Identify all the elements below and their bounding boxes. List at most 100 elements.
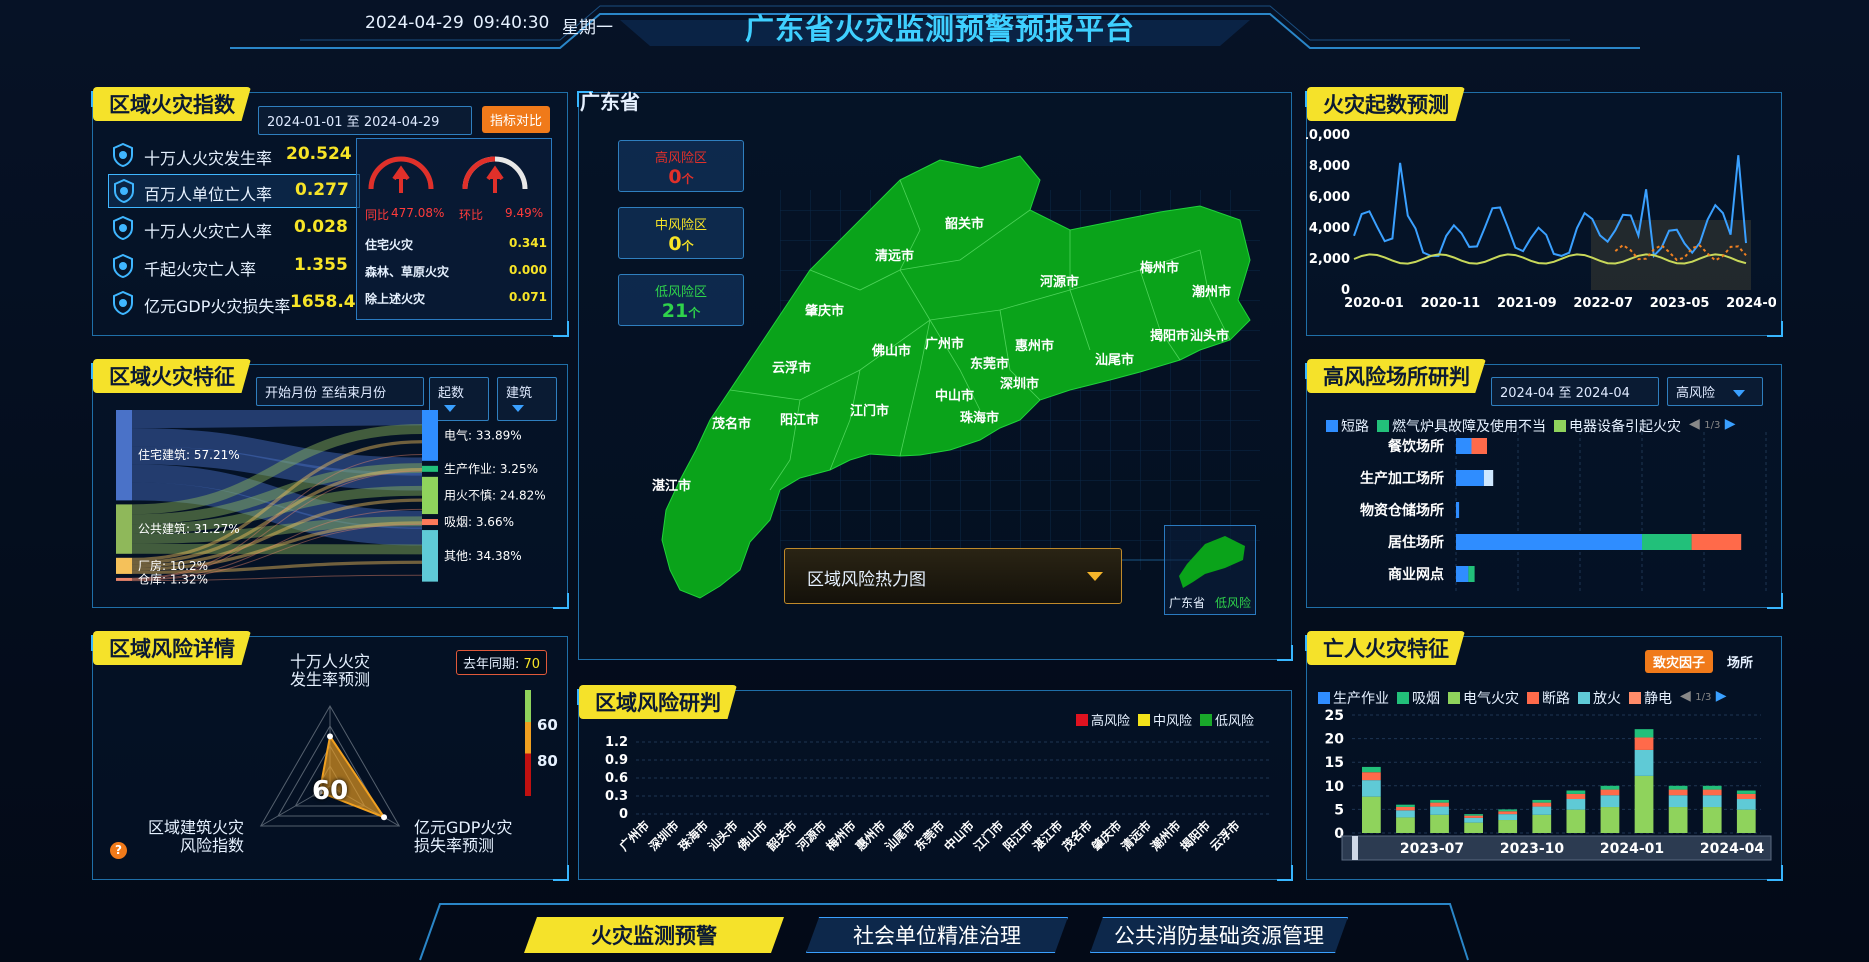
city-label: 广州市 [925, 336, 964, 352]
x-tick-label: 揭阳市 [1177, 818, 1213, 854]
stacked-bar-segment [1430, 802, 1449, 807]
nav-tab-social-units[interactable]: 社会单位精准治理 [806, 917, 1068, 953]
y-tick-label: 10 [1325, 779, 1345, 795]
page-title: 广东省火灾监测预警预报平台 [745, 12, 1136, 46]
metric-label: 千起火灾亡人率 [144, 260, 257, 279]
metric-row[interactable]: 十万人火灾亡人率 0.028 [108, 211, 363, 245]
y-tick-label: 1.2 [605, 735, 628, 750]
map-title: 广东省 [580, 90, 640, 114]
radar-axis-top-line2: 发生率预测 [290, 670, 371, 689]
y-tick-label: 20 [1325, 732, 1345, 748]
legend-mid[interactable]: 中风险 [1138, 710, 1192, 729]
yoy-label: 同比 [365, 208, 390, 222]
sankey-source-label: 住宅建筑: 57.21% [138, 447, 240, 462]
x-tick-label: 2020-11 [1421, 296, 1481, 311]
bar-segment [1456, 566, 1469, 582]
last-year-label: 去年同期: [463, 657, 520, 672]
bar-segment [1456, 470, 1484, 486]
city-label: 河源市 [1040, 274, 1079, 290]
city-label: 佛山市 [871, 343, 911, 359]
metric-label: 亿元GDP火灾损失率 [144, 297, 291, 316]
stacked-bar-segment [1702, 789, 1722, 796]
x-tick-label: 2020-01 [1344, 296, 1404, 311]
stacked-bar-segment [1600, 807, 1620, 833]
city-label: 湛江市 [652, 478, 691, 494]
stacked-bar-segment [1464, 815, 1483, 818]
mini-map-risk: 低风险 [1215, 596, 1252, 610]
city-label: 东莞市 [970, 356, 1009, 372]
x-tick-label: 江门市 [970, 818, 1006, 854]
sankey-source-node [116, 557, 132, 574]
gauge-box: 同比 477.08% 环比 9.49% 住宅火灾 0.341 森林、草原火灾 0… [356, 138, 552, 320]
city-label: 茂名市 [712, 416, 751, 432]
metric-row[interactable]: 千起火灾亡人率 1.355 [108, 249, 363, 283]
legend-high[interactable]: 高风险 [1076, 710, 1130, 729]
x-tick-label: 2024-04 [1700, 841, 1765, 857]
y-tick-label: 0.9 [605, 753, 628, 768]
sankey-link [131, 543, 423, 555]
x-tick-label: 惠州市 [852, 818, 888, 854]
nav-tab-fire-resources[interactable]: 公共消防基础资源管理 [1090, 917, 1348, 953]
risk-study-title: 区域风险研判 [579, 685, 737, 719]
month-range-picker[interactable]: 开始月份 至结束月份 [256, 377, 424, 406]
metric-row[interactable]: 百万人单位亡人率 0.277 [108, 174, 360, 208]
x-tick-label: 汕头市 [705, 818, 741, 854]
up-arrow-icon [392, 165, 410, 193]
sankey-target-node [422, 410, 438, 461]
x-tick-label: 中山市 [941, 818, 977, 854]
x-tick-label: 2021-09 [1497, 296, 1557, 311]
tag-disaster-factor[interactable]: 致灾因子 [1645, 650, 1714, 673]
stacked-bar-segment [1362, 796, 1381, 833]
stacked-bar-segment [1498, 809, 1518, 812]
city-label: 珠海市 [960, 410, 999, 426]
breakdown-value: 0.341 [509, 236, 547, 250]
row-label: 商业网点 [1388, 566, 1444, 583]
x-tick-label: 湛江市 [1029, 818, 1065, 854]
header-date: 2024-04-29 [365, 13, 464, 33]
stacked-bar-segment [1702, 785, 1722, 790]
metric-row[interactable]: 十万人火灾发生率 20.524 [108, 138, 363, 172]
stacked-bar-segment [1736, 790, 1756, 794]
header-time: 09:40:30 [473, 13, 550, 33]
stacked-bar-segment [1566, 793, 1586, 800]
bar-segment [1471, 438, 1487, 454]
risk-score: 60 [312, 776, 349, 806]
stacked-bar-segment [1736, 799, 1756, 810]
stacked-bar-segment [1736, 793, 1756, 800]
risk-level-select[interactable]: 高风险 [1667, 377, 1763, 406]
city-label: 江门市 [850, 403, 889, 419]
x-tick-label: 茂名市 [1059, 818, 1095, 854]
sankey-source-label: 厂房: 10.2% [138, 558, 208, 573]
city-label: 汕尾市 [1095, 352, 1134, 368]
x-tick-label: 东莞市 [911, 818, 947, 854]
index-date-range[interactable]: 2024-01-01 至 2024-04-29 [258, 106, 472, 135]
city-label: 阳江市 [780, 412, 819, 428]
help-icon[interactable]: ? [110, 842, 127, 859]
row-label: 物资仓储场所 [1360, 502, 1444, 519]
stacked-bar-segment [1702, 807, 1722, 833]
stacked-bar-segment [1566, 790, 1586, 794]
stacked-bar-segment [1362, 780, 1381, 797]
city-label: 梅州市 [1140, 260, 1179, 276]
stacked-bar-segment [1362, 766, 1381, 773]
compare-button[interactable]: 指标对比 [482, 106, 551, 133]
breakdown-label: 住宅火灾 [365, 238, 414, 252]
heatmap-dropdown[interactable]: 区域风险热力图 [784, 548, 1122, 604]
mini-map[interactable]: 广东省 低风险 [1164, 525, 1256, 615]
sankey-target-node [422, 476, 438, 515]
risk-level-select-value: 高风险 [1676, 386, 1716, 401]
x-tick-label: 肇庆市 [1088, 818, 1124, 854]
high-risk-date-range[interactable]: 2024-04 至 2024-04 [1491, 377, 1659, 406]
stacked-bar-segment [1668, 789, 1688, 796]
stacked-bar-segment [1702, 795, 1722, 808]
metric-row[interactable]: 亿元GDP火灾损失率 1658.4 [108, 286, 363, 320]
x-tick-label: 2023-05 [1650, 296, 1710, 311]
y-tick-label: 0.6 [605, 771, 628, 786]
stacked-bar-segment [1634, 775, 1654, 833]
nav-tab-fire-monitor[interactable]: 火灾监测预警 [524, 917, 784, 953]
legend-low[interactable]: 低风险 [1200, 710, 1254, 729]
bar-segment [1691, 534, 1742, 550]
row-label: 生产加工场所 [1360, 470, 1444, 487]
tag-place[interactable]: 场所 [1727, 652, 1753, 671]
sankey-chart: 住宅建筑: 57.21% 公共建筑: 31.27% 厂房: 10.2%仓库: 1.3… [116, 410, 546, 586]
